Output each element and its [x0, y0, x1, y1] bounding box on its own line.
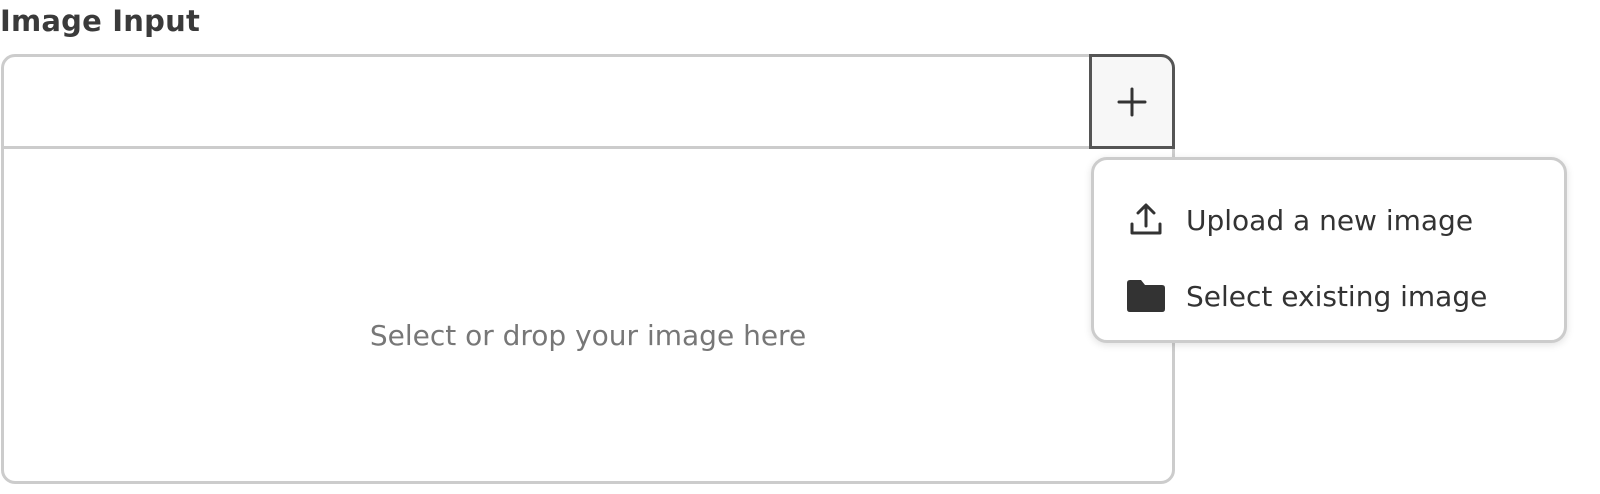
upload-icon	[1126, 200, 1166, 240]
image-drop-zone[interactable]: Select or drop your image here	[4, 149, 1172, 481]
image-input-container: Select or drop your image here	[1, 54, 1175, 484]
field-label: Image Input	[0, 4, 201, 38]
menu-item-label: Select existing image	[1186, 279, 1488, 313]
add-image-button[interactable]	[1089, 54, 1175, 149]
image-input-toolbar	[4, 54, 1175, 149]
menu-item-upload-new-image[interactable]: Upload a new image	[1094, 182, 1564, 258]
menu-item-label: Upload a new image	[1186, 203, 1474, 237]
menu-item-select-existing-image[interactable]: Select existing image	[1094, 258, 1564, 334]
drop-zone-placeholder: Select or drop your image here	[369, 318, 807, 352]
folder-icon	[1126, 276, 1166, 316]
add-image-dropdown-menu: Upload a new image Select existing image	[1091, 157, 1567, 343]
plus-icon	[1117, 87, 1147, 117]
